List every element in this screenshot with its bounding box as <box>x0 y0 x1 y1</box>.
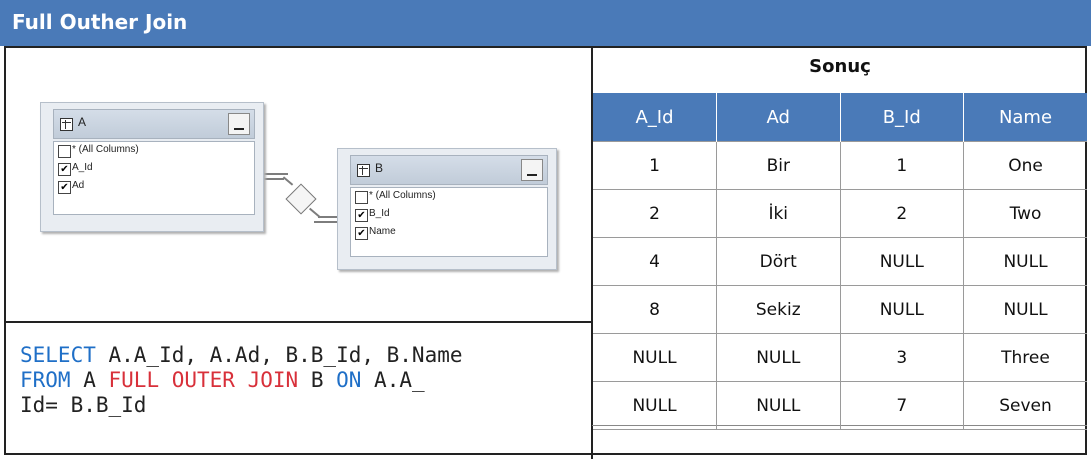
table-a-header[interactable]: A <box>53 109 255 139</box>
page: Full Outher Join A * (All Columns) ✔ A_I… <box>0 0 1091 459</box>
sql-select-columns: A.A_Id, A.Ad, B.B_Id, B.Name <box>95 343 463 367</box>
sql-join-table: B <box>298 368 337 392</box>
table-cell: NULL <box>963 285 1087 334</box>
sql-from-table: A <box>70 368 109 392</box>
column-row[interactable]: ✔ Ad <box>54 178 254 196</box>
table-b-window[interactable]: B * (All Columns) ✔ B_Id ✔ Name <box>337 148 557 270</box>
sql-on-condition: A.A_ <box>361 368 425 392</box>
column-row[interactable]: ✔ B_Id <box>351 206 547 224</box>
table-cell: 4 <box>593 237 717 286</box>
table-cell: İki <box>716 189 841 238</box>
column-label: Ad <box>72 180 85 191</box>
table-a-columns: * (All Columns) ✔ A_Id ✔ Ad <box>53 141 255 215</box>
sql-query: SELECT A.A_Id, A.Ad, B.B_Id, B.Name FROM… <box>20 343 588 418</box>
table-cell: 2 <box>839 189 964 238</box>
table-a-name: A <box>78 115 87 129</box>
column-header: Name <box>963 93 1087 142</box>
column-header: B_Id <box>839 93 964 142</box>
column-label: A_Id <box>72 162 93 173</box>
table-row: NULL NULL 7 Seven <box>593 381 1087 430</box>
table-cell: NULL <box>716 381 841 430</box>
column-row[interactable]: * (All Columns) <box>351 188 547 206</box>
table-cell: 3 <box>839 333 964 382</box>
join-line-b <box>318 216 338 218</box>
column-header: Ad <box>716 93 840 142</box>
sql-keyword-select: SELECT <box>20 343 96 367</box>
table-cell: 7 <box>839 381 964 430</box>
column-row[interactable]: ✔ Name <box>351 224 547 242</box>
table-cell: Seven <box>963 381 1087 430</box>
table-cell: Sekiz <box>716 285 841 334</box>
title-bar: Full Outher Join <box>0 0 1091 46</box>
table-cell: NULL <box>716 333 841 382</box>
column-label: * (All Columns) <box>72 144 139 155</box>
column-checkbox[interactable]: ✔ <box>355 227 368 240</box>
result-header-row: A_Id Ad B_Id Name <box>593 93 1087 142</box>
column-row[interactable]: * (All Columns) <box>54 142 254 160</box>
table-b-name: B <box>375 161 384 175</box>
column-label: * (All Columns) <box>369 190 436 201</box>
table-row: 8 Sekiz NULL NULL <box>593 285 1087 334</box>
table-cell: NULL <box>839 285 964 334</box>
table-cell: NULL <box>963 237 1087 286</box>
sql-keyword-on: ON <box>336 368 362 392</box>
table-row: 4 Dört NULL NULL <box>593 237 1087 286</box>
table-row: NULL NULL 3 Three <box>593 333 1087 382</box>
join-line-a <box>262 173 288 175</box>
table-a-window[interactable]: A * (All Columns) ✔ A_Id ✔ Ad <box>40 102 264 232</box>
result-table: A_Id Ad B_Id Name 1 Bir 1 One 2 İki 2 Tw… <box>593 93 1087 430</box>
table-cell: Three <box>963 333 1087 382</box>
sql-keyword-join: FULL OUTER JOIN <box>108 368 299 392</box>
table-cell: 8 <box>593 285 717 334</box>
column-checkbox[interactable]: ✔ <box>58 181 71 194</box>
table-cell: Bir <box>716 141 841 190</box>
column-header: A_Id <box>593 93 717 142</box>
table-row: 1 Bir 1 One <box>593 141 1087 190</box>
table-cell: NULL <box>593 333 717 382</box>
column-checkbox[interactable]: ✔ <box>355 209 368 222</box>
minimize-button[interactable] <box>521 159 543 181</box>
column-checkbox[interactable]: ✔ <box>58 163 71 176</box>
sql-on-condition-cont: Id= B.B_Id <box>20 393 147 417</box>
result-title: Sonuç <box>809 56 871 77</box>
table-cell: 1 <box>839 141 964 190</box>
join-line-b2 <box>314 221 338 223</box>
column-label: B_Id <box>369 208 390 219</box>
table-cell: One <box>963 141 1087 190</box>
column-label: Name <box>369 226 396 237</box>
table-cell: 1 <box>593 141 717 190</box>
table-b-columns: * (All Columns) ✔ B_Id ✔ Name <box>350 187 548 257</box>
table-row: 2 İki 2 Two <box>593 189 1087 238</box>
minimize-button[interactable] <box>228 113 250 135</box>
column-row[interactable]: ✔ A_Id <box>54 160 254 178</box>
sql-keyword-from: FROM <box>20 368 71 392</box>
table-cell: NULL <box>593 381 717 430</box>
table-icon <box>357 164 370 177</box>
table-cell: NULL <box>839 237 964 286</box>
column-checkbox[interactable] <box>355 191 368 204</box>
table-icon <box>60 118 73 131</box>
page-title: Full Outher Join <box>12 10 188 34</box>
column-checkbox[interactable] <box>58 145 71 158</box>
table-b-header[interactable]: B <box>350 155 548 185</box>
table-cell: 2 <box>593 189 717 238</box>
table-cell: Dört <box>716 237 841 286</box>
diagram-sql-divider <box>4 321 592 323</box>
join-line-a2 <box>262 178 284 180</box>
table-cell: Two <box>963 189 1087 238</box>
